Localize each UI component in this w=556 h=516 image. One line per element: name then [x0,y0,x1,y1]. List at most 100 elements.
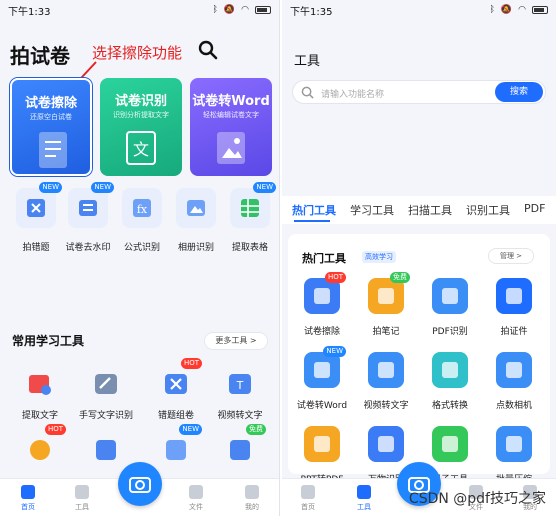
card-exam-recognize[interactable]: 试卷识别 识别分析提取文字 文 [100,78,182,176]
doc-list-icon: NEW [68,182,114,228]
tool-item[interactable]: 视频转文字 [354,352,418,411]
status-icons: ᛒ 🔕 ◠ [490,5,548,15]
tool-item[interactable]: 拍证件 [482,278,546,337]
table-icon: NEW [230,182,276,228]
nav-files[interactable]: 文件 [176,485,216,512]
tool-wrong-paper[interactable]: HOT 错题组卷 [148,358,204,421]
tab-recognize[interactable]: 识别工具 [466,202,510,218]
gallery-icon [176,188,216,228]
nav-tools[interactable]: 工具 [344,485,384,512]
bluetooth-icon: ᛒ [489,5,495,15]
bluetooth-icon: ᛒ [212,5,218,15]
tool-label: 试卷转Word [296,401,348,411]
convert-icon [432,352,468,388]
tool-label: 提取表格 [231,243,268,253]
tool-label: 试卷去水印 [65,243,111,253]
nav-label: 我的 [245,503,259,511]
tool-row2-3[interactable]: NEW [148,424,204,470]
nav-label: 工具 [357,503,371,511]
watermark-text: CSDN @pdf技巧之家 [408,491,546,507]
new-badge: NEW [91,182,114,193]
document-icon [39,132,67,168]
svg-text:文: 文 [133,140,149,159]
tool-item[interactable]: NEW 试卷转Word [290,346,354,411]
mute-icon: 🔕 [500,5,513,15]
tool-label: 提取文字 [21,411,58,421]
tool-video-to-text[interactable]: T 视频转文字 [212,364,268,421]
tool-item[interactable]: PPT转PDF [290,426,354,485]
tool-formula[interactable]: fx 公式识别 [114,188,170,253]
tool-row2-1[interactable]: HOT [12,424,68,470]
nav-home[interactable]: 首页 [288,485,328,512]
image-doc-icon [217,132,245,164]
tool-item[interactable]: PDF识别 [418,278,482,337]
free-badge: 免费 [246,424,266,435]
text-scan-icon: 文 [126,131,156,165]
new-badge: NEW [39,182,62,193]
nav-tools[interactable]: 工具 [62,485,102,512]
nav-mine[interactable]: 我的 [232,485,272,512]
icon-glyph [506,288,522,304]
tab-hot[interactable]: 热门工具 [292,202,336,218]
status-time: 下午1:35 [290,6,333,18]
tab-scan[interactable]: 扫描工具 [408,202,452,218]
feature-cards: 试卷擦除 还原空白试卷 试卷识别 识别分析提取文字 文 试卷转Word 轻松编辑… [10,78,272,178]
compress-icon [496,426,532,462]
home-icon [301,485,315,499]
tool-handwriting[interactable]: 手写文字识别 [78,364,134,421]
tool-label: 拍笔记 [372,327,400,337]
more-tools-button[interactable]: 更多工具 > [204,332,268,350]
status-bar: 下午1:33 ᛒ 🔕 ◠ [0,0,279,20]
tool-label: 视频转文字 [363,401,409,411]
tool-row2-2[interactable] [78,430,134,470]
camera-button[interactable] [118,462,162,506]
left-phone-screen: 下午1:33 ᛒ 🔕 ◠ 拍试卷 选择擦除功能 试卷擦除 还原空白试卷 试卷识别… [0,0,280,516]
tool-item[interactable]: 免费 拍笔记 [354,272,418,337]
tool-row2-4[interactable]: 免费 [212,424,268,470]
cube-icon [357,485,371,499]
nav-label: 首页 [21,503,35,511]
search-bar[interactable]: 请输入功能名称 搜索 [292,80,546,104]
card-subtitle: 轻松编辑试卷文字 [203,111,259,119]
hot-tools-panel: 热门工具 高效学习 管理 > HOT 试卷擦除 免费 拍笔记 PDF识别 拍证件 NEW 试卷… [288,234,550,485]
tool-label: 拍错题 [22,243,50,253]
image-text-icon [20,364,60,404]
card-title: 试卷识别 [114,94,167,109]
count-camera-icon [496,352,532,388]
nav-home[interactable]: 首页 [8,485,48,512]
tool-album[interactable]: 相册识别 [168,188,224,253]
tab-pdf[interactable]: PDF [524,202,545,215]
status-icons: ᛒ 🔕 ◠ [213,5,271,15]
hot-badge: HOT [180,358,202,369]
tab-underline [294,220,330,222]
wifi-icon: ◠ [518,5,526,15]
svg-text:fx: fx [137,203,148,216]
tool-remove-watermark[interactable]: NEW 试卷去水印 [60,182,116,253]
icon-glyph [378,288,394,304]
tool-label: PDF识别 [432,327,468,337]
tool-item[interactable]: 点数相机 [482,352,546,411]
ppt-icon [304,426,340,462]
battery-icon [532,6,548,14]
tool-wrong-questions[interactable]: NEW 拍错题 [8,182,64,253]
tool-extract-table[interactable]: NEW 提取表格 [222,182,278,253]
x-doc-icon: HOT [156,358,202,404]
tool-tabs: 热门工具 学习工具 扫描工具 识别工具 PDF [282,196,556,224]
handwriting-icon [86,364,126,404]
word-icon: NEW [304,346,346,388]
tool-extract-text[interactable]: 提取文字 [12,364,68,421]
icon-glyph [442,362,458,378]
tool-item[interactable]: 批量压缩 [482,426,546,485]
icon-glyph [378,436,394,452]
manage-button[interactable]: 管理 > [488,248,534,264]
tool-label: 视频转文字 [217,411,263,421]
page-title: 拍试卷 [10,44,70,68]
wifi-icon: ◠ [241,5,249,15]
search-button[interactable]: 搜索 [495,82,543,102]
card-exam-to-word[interactable]: 试卷转Word 轻松编辑试卷文字 [190,78,272,176]
tab-study[interactable]: 学习工具 [350,202,394,218]
search-icon[interactable] [198,40,218,60]
tool-item[interactable]: 格式转换 [418,352,482,411]
tool-item[interactable]: HOT 试卷擦除 [290,272,354,337]
card-exam-erase[interactable]: 试卷擦除 还原空白试卷 [10,78,92,176]
